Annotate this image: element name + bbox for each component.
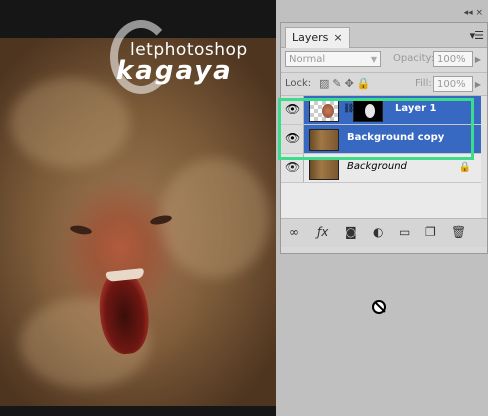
opacity-value: 100% (437, 54, 466, 65)
tab-close-icon[interactable]: × (333, 31, 342, 44)
eye-icon[interactable]: 👁 (285, 160, 300, 174)
fill-value: 100% (437, 79, 466, 90)
lock-image-icon[interactable]: ✎ (332, 77, 344, 90)
layer-name: Layer 1 (395, 103, 437, 114)
smoke-texture (10, 78, 130, 168)
layer-row-background-copy[interactable]: 👁 Background copy (281, 125, 487, 154)
watermark-main-text: kagaya (116, 56, 233, 86)
blend-mode-select[interactable]: Normal ▼ (285, 51, 381, 67)
collapse-panel-icon[interactable]: ◂◂ × (464, 8, 483, 18)
tab-layers[interactable]: Layers × (285, 27, 350, 48)
blend-opacity-row: Normal ▼ Opacity: 100% ▶ (281, 48, 487, 73)
layers-panel: ◂◂ × Layers × ▾☰ Normal ▼ Opacity: 100% ▶… (280, 8, 488, 254)
layer-thumbnail (309, 129, 339, 151)
smoke-texture (160, 158, 270, 278)
fill-label: Fill: (415, 78, 432, 89)
lock-label: Lock: (285, 78, 312, 89)
blend-mode-value: Normal (289, 54, 326, 65)
layer-row-layer-1[interactable]: 👁 ⛓ Layer 1 (281, 96, 487, 125)
lock-icon: 🔒 (458, 162, 471, 173)
layer-name: Background (347, 161, 407, 172)
teeth (105, 268, 145, 282)
layer-thumbnail (309, 100, 339, 122)
chevron-right-icon[interactable]: ▶ (475, 77, 481, 93)
lock-options[interactable]: ▨✎✥🔒 (319, 77, 374, 90)
panel-bottom-bar: ∞ ƒx ◙ ◐ ▭ ❐ 🗑 (281, 218, 487, 247)
opacity-label: Opacity: (393, 53, 435, 64)
lock-fill-row: Lock: ▨✎✥🔒 Fill: 100% ▶ (281, 73, 487, 96)
mask-icon[interactable]: ◙ (345, 225, 357, 239)
fx-icon[interactable]: ƒx (317, 225, 328, 239)
lock-all-icon[interactable]: 🔒 (357, 77, 374, 90)
chevron-right-icon[interactable]: ▶ (475, 52, 481, 68)
adjustment-icon[interactable]: ◐ (373, 225, 383, 239)
layer-name: Background copy (347, 132, 445, 143)
canvas-workspace: letphotoshop kagaya (0, 0, 276, 416)
fill-field[interactable]: 100% ▶ (433, 76, 481, 92)
layer-thumbnail (309, 158, 339, 180)
layer-mask-thumbnail[interactable] (353, 100, 383, 122)
face-eye (69, 224, 93, 236)
new-layer-icon[interactable]: ❐ (425, 225, 436, 239)
eye-icon[interactable]: 👁 (285, 102, 300, 116)
not-allowed-cursor-icon (372, 300, 386, 314)
layer-row-background[interactable]: 👁 Background 🔒 (281, 154, 487, 183)
tab-layers-label: Layers (292, 31, 329, 44)
eye-icon[interactable]: 👁 (285, 131, 300, 145)
scrollbar[interactable] (481, 96, 487, 218)
lock-position-icon[interactable]: ✥ (345, 77, 357, 90)
opacity-field[interactable]: 100% ▶ (433, 51, 481, 67)
link-icon[interactable]: ∞ (289, 225, 299, 239)
folder-icon[interactable]: ▭ (399, 225, 410, 239)
panel-menu-icon[interactable]: ▾☰ (470, 29, 484, 42)
lock-transparent-icon[interactable]: ▨ (319, 77, 332, 90)
trash-icon[interactable]: 🗑 (451, 225, 466, 239)
layers-list: 👁 ⛓ Layer 1 👁 Background copy 👁 Backgrou… (281, 96, 487, 218)
chevron-down-icon: ▼ (370, 55, 377, 64)
panel-header: Layers × ▾☰ (281, 23, 487, 48)
